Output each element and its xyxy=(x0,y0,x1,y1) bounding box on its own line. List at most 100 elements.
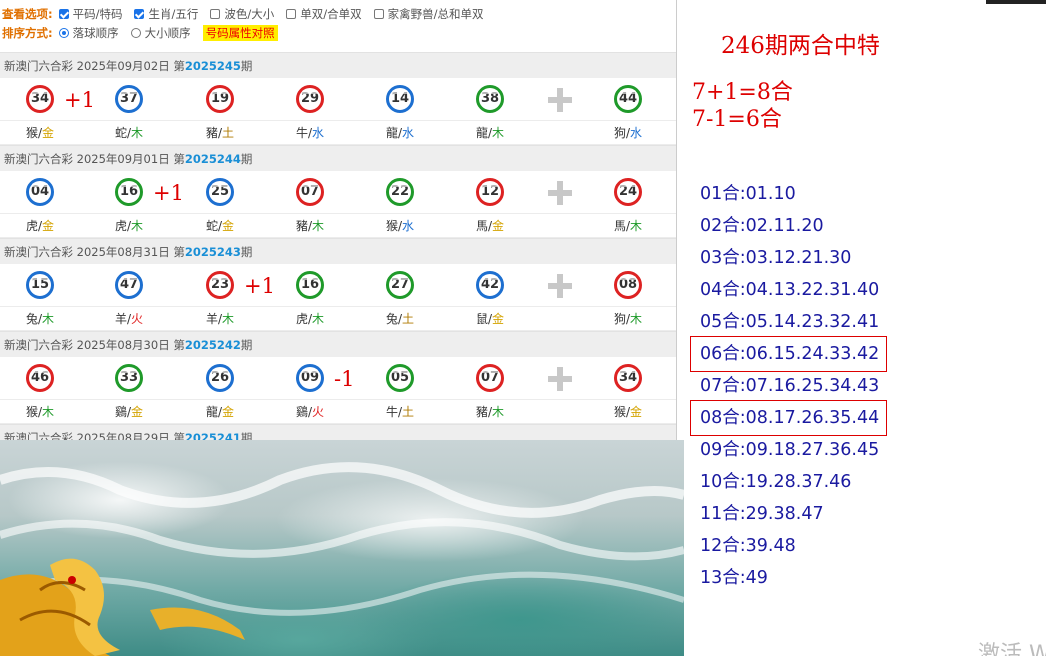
view-option-2[interactable]: 波色/大小 xyxy=(210,6,274,22)
combination-item: 11合:29.38.47 xyxy=(700,504,824,524)
draw-date-text: 新澳门六合彩 2025年09月02日 第 xyxy=(4,59,185,73)
view-option-0[interactable]: 平码/特码 xyxy=(58,6,122,22)
zodiac-element: 豬/木 xyxy=(460,403,520,420)
zodiac-label: 牛 xyxy=(385,405,398,419)
number-ball: 42 xyxy=(476,271,504,299)
draw-row: 新澳门六合彩 2025年08月30日 第2025242期 46 猴/木 33 鷄/金 26… xyxy=(0,331,676,424)
number-ball: 15 xyxy=(26,271,54,299)
number-ball: 34 xyxy=(26,85,54,113)
zodiac-element: 龍/木 xyxy=(460,124,520,141)
plus-icon xyxy=(548,88,572,112)
highlight-box xyxy=(690,400,887,436)
element-label: 水 xyxy=(312,126,325,140)
zodiac-label: 龍 xyxy=(205,405,218,419)
element-label: 木 xyxy=(312,219,325,233)
zodiac-label: 蛇 xyxy=(114,126,127,140)
radio[interactable] xyxy=(130,28,141,38)
number-ball: 23 xyxy=(206,271,234,299)
zodiac-label: 羊 xyxy=(114,312,127,326)
plus-icon xyxy=(548,274,572,298)
combination-item: 02合:02.11.20 xyxy=(700,216,824,236)
element-label: 木 xyxy=(630,312,643,326)
dragon-illustration xyxy=(0,462,684,656)
number-ball: 07 xyxy=(476,364,504,392)
zodiac-element: 兔/木 xyxy=(10,310,70,327)
zodiac-label: 馬 xyxy=(613,219,626,233)
number-ball: 29 xyxy=(296,85,324,113)
zodiac-label: 牛 xyxy=(295,126,308,140)
checkbox[interactable] xyxy=(210,9,221,19)
zodiac-element: 龍/水 xyxy=(370,124,430,141)
top-edge-bar xyxy=(986,0,1046,4)
view-option-1[interactable]: 生肖/五行 xyxy=(134,6,198,22)
panel-divider xyxy=(676,0,677,440)
zodiac-label: 虎 xyxy=(114,219,127,233)
number-ball: 16 xyxy=(296,271,324,299)
draw-date-text: 新澳门六合彩 2025年08月31日 第 xyxy=(4,245,185,259)
zodiac-label: 猴 xyxy=(25,126,38,140)
option-label: 单双/合单双 xyxy=(300,7,362,21)
number-ball: 14 xyxy=(386,85,414,113)
sort-option-0[interactable]: 落球顺序 xyxy=(58,25,119,41)
element-label: 水 xyxy=(630,126,643,140)
checkbox[interactable] xyxy=(58,9,69,19)
zodiac-element: 龍/金 xyxy=(190,403,250,420)
combination-item: 07合:07.16.25.34.43 xyxy=(700,376,880,396)
sort-option-1[interactable]: 大小顺序 xyxy=(130,25,191,41)
zodiac-element: 蛇/金 xyxy=(190,217,250,234)
zodiac-element: 豬/木 xyxy=(280,217,340,234)
zodiac-element: 狗/水 xyxy=(598,124,658,141)
sort-options: 排序方式: 落球顺序 大小顺序 号码属性对照 xyxy=(2,25,278,41)
zodiac-label: 豬 xyxy=(475,405,488,419)
element-label: 火 xyxy=(312,405,325,419)
zodiac-element: 牛/土 xyxy=(370,403,430,420)
element-label: 木 xyxy=(630,219,643,233)
option-label: 家禽野兽/总和单双 xyxy=(387,7,484,21)
ball-row: 15 兔/木 47 羊/火 23 羊/木 16 虎/木 27 兔/土 42 鼠/金 08 狗/木 +1 xyxy=(0,264,676,331)
draw-date-text: 期 xyxy=(240,59,253,73)
number-ball: 12 xyxy=(476,178,504,206)
zodiac-element: 羊/火 xyxy=(99,310,159,327)
checkbox[interactable] xyxy=(134,9,145,19)
attribute-table-button[interactable]: 号码属性对照 xyxy=(202,25,278,41)
zodiac-label: 虎 xyxy=(25,219,38,233)
number-ball: 19 xyxy=(206,85,234,113)
zodiac-label: 鷄 xyxy=(295,405,308,419)
element-label: 木 xyxy=(42,312,55,326)
element-label: 水 xyxy=(402,219,415,233)
checkbox[interactable] xyxy=(373,9,384,19)
zodiac-label: 馬 xyxy=(475,219,488,233)
activation-watermark: 激活 W xyxy=(978,642,1046,656)
element-label: 金 xyxy=(222,219,235,233)
issue-number: 2025244 xyxy=(184,152,241,166)
element-label: 金 xyxy=(222,405,235,419)
draw-date-text: 新澳门六合彩 2025年08月29日 第 xyxy=(4,431,185,440)
ball-row: 04 虎/金 16 虎/木 25 蛇/金 07 豬/木 22 猴/水 12 馬/金 24 馬/木 +1 xyxy=(0,171,676,238)
zodiac-label: 鷄 xyxy=(114,405,127,419)
element-label: 火 xyxy=(131,312,144,326)
view-option-3[interactable]: 单双/合单双 xyxy=(286,6,362,22)
view-option-4[interactable]: 家禽野兽/总和单双 xyxy=(373,6,484,22)
plus-icon xyxy=(548,181,572,205)
checkbox[interactable] xyxy=(286,9,297,19)
row-divider xyxy=(0,120,676,121)
combination-item: 10合:19.28.37.46 xyxy=(700,472,852,492)
draw-header: 新澳门六合彩 2025年09月01日 第2025244期 xyxy=(0,145,676,171)
zodiac-label: 豬 xyxy=(295,219,308,233)
number-ball: 26 xyxy=(206,364,234,392)
option-label: 大小顺序 xyxy=(144,26,191,40)
zodiac-element: 猴/金 xyxy=(598,403,658,420)
number-ball: 16 xyxy=(115,178,143,206)
radio[interactable] xyxy=(58,28,69,38)
element-label: 木 xyxy=(492,405,505,419)
element-label: 土 xyxy=(402,312,415,326)
draw-header: 新澳门六合彩 2025年08月30日 第2025242期 xyxy=(0,331,676,357)
zodiac-label: 鼠 xyxy=(475,312,488,326)
element-label: 木 xyxy=(131,126,144,140)
row-divider xyxy=(0,306,676,307)
results-panel: 查看选项: 平码/特码 生肖/五行 波色/大小 单双/合单双 家禽野兽/总和单双 排序方… xyxy=(0,0,676,440)
zodiac-element: 猴/木 xyxy=(10,403,70,420)
zodiac-element: 蛇/木 xyxy=(99,124,159,141)
number-ball: 37 xyxy=(115,85,143,113)
number-ball: 07 xyxy=(296,178,324,206)
